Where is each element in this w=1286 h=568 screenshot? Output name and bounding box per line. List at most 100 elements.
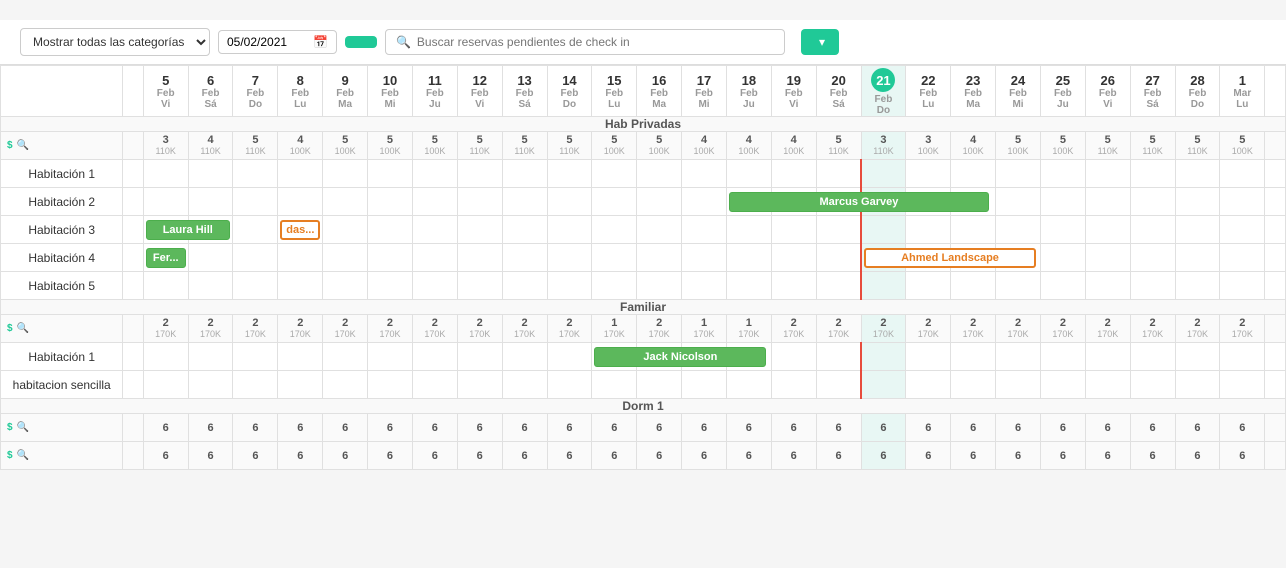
- price-cell: 6: [951, 414, 996, 442]
- room-day-cell: [1085, 244, 1130, 272]
- price-cell: 6: [771, 414, 816, 442]
- category-select[interactable]: Mostrar todas las categorías: [20, 28, 210, 56]
- room-day-cell: [323, 188, 368, 216]
- room-day-cell: [637, 160, 682, 188]
- booking-bar[interactable]: Jack Nicolson: [594, 347, 766, 367]
- room-day-cell: [726, 371, 771, 399]
- room-day-cell: [996, 343, 1041, 371]
- room-day-cell: [1040, 188, 1085, 216]
- nav-right[interactable]: [1265, 66, 1286, 117]
- room-day-cell: [502, 371, 547, 399]
- calendar-icon[interactable]: 📅: [313, 35, 328, 49]
- room-day-cell: [861, 272, 906, 300]
- room-day-cell: [457, 371, 502, 399]
- room-day-cell: [1130, 188, 1175, 216]
- room-nav-right: [1265, 272, 1286, 300]
- room-nav-left: [123, 272, 143, 300]
- room-day-cell: [1040, 244, 1085, 272]
- price-cell: 6: [906, 442, 951, 470]
- date-input[interactable]: [227, 35, 307, 49]
- room-day-cell: [278, 160, 323, 188]
- price-cell: 6: [143, 442, 188, 470]
- search-price-icon[interactable]: 🔍: [17, 450, 29, 461]
- room-day-cell: Marcus Garvey: [726, 188, 771, 216]
- room-day-cell: [816, 160, 861, 188]
- price-cell: 2170K: [188, 315, 233, 343]
- price-nav-left: [123, 132, 143, 160]
- room-day-cell: [368, 272, 413, 300]
- price-nav-left: [123, 315, 143, 343]
- booking-bar[interactable]: Marcus Garvey: [729, 192, 989, 212]
- vista-normal-button[interactable]: ▾: [801, 29, 839, 55]
- room-day-cell: [816, 244, 861, 272]
- price-cell: 6: [1130, 414, 1175, 442]
- search-input[interactable]: [417, 35, 774, 49]
- day-header-21Feb: 21 Feb Do: [861, 66, 906, 117]
- search-icon: 🔍: [396, 35, 411, 49]
- room-day-cell: [726, 216, 771, 244]
- room-nav-left: [123, 244, 143, 272]
- day-header-9Feb: 9 Feb Ma: [323, 66, 368, 117]
- price-nav-left: [123, 414, 143, 442]
- price-nav-right: [1265, 132, 1286, 160]
- price-icons-cell: $🔍: [1, 315, 123, 343]
- booking-bar[interactable]: Ahmed Landscape: [864, 248, 1036, 268]
- day-header-6Feb: 6 Feb Sá: [188, 66, 233, 117]
- price-row: $🔍6666666666666666666666666: [1, 414, 1286, 442]
- price-nav-right: [1265, 414, 1286, 442]
- price-cell: 2170K: [1085, 315, 1130, 343]
- room-day-cell: [412, 371, 457, 399]
- room-row: Habitación 1Jack Nicolson: [1, 343, 1286, 371]
- price-cell: 6: [861, 442, 906, 470]
- price-cell: 2170K: [816, 315, 861, 343]
- day-header-26Feb: 26 Feb Vi: [1085, 66, 1130, 117]
- price-cell: 2170K: [412, 315, 457, 343]
- search-price-icon[interactable]: 🔍: [17, 422, 29, 433]
- room-day-cell: [547, 188, 592, 216]
- price-cell: 5110K: [816, 132, 861, 160]
- room-day-cell: [188, 343, 233, 371]
- room-name: habitacion sencilla: [1, 371, 123, 399]
- room-day-cell: [1040, 343, 1085, 371]
- day-header-7Feb: 7 Feb Do: [233, 66, 278, 117]
- price-cell: 6: [1085, 414, 1130, 442]
- search-price-icon[interactable]: 🔍: [17, 140, 29, 151]
- price-cell: 6: [412, 442, 457, 470]
- room-day-cell: [1085, 188, 1130, 216]
- price-cell: 6: [278, 442, 323, 470]
- booking-bar[interactable]: Fer...: [146, 248, 186, 268]
- price-cell: 6: [233, 442, 278, 470]
- price-cell: 6: [1085, 442, 1130, 470]
- room-day-cell: [996, 216, 1041, 244]
- booking-bar[interactable]: Laura Hill: [146, 220, 230, 240]
- day-header-12Feb: 12 Feb Vi: [457, 66, 502, 117]
- price-cell: 5100K: [412, 132, 457, 160]
- room-row: habitacion sencilla: [1, 371, 1286, 399]
- search-price-icon[interactable]: 🔍: [17, 323, 29, 334]
- price-cell: 4100K: [951, 132, 996, 160]
- price-cell: 2170K: [1040, 315, 1085, 343]
- room-day-cell: [951, 371, 996, 399]
- room-nav-left: [123, 216, 143, 244]
- room-day-cell: [906, 160, 951, 188]
- room-day-cell: [233, 160, 278, 188]
- day-header-5Feb: 5 Feb Vi: [143, 66, 188, 117]
- room-day-cell: [412, 160, 457, 188]
- nav-left[interactable]: [123, 66, 143, 117]
- day-header-10Feb: 10 Feb Mi: [368, 66, 413, 117]
- price-cell: 6: [592, 442, 637, 470]
- day-header-8Feb: 8 Feb Lu: [278, 66, 323, 117]
- room-day-cell: [996, 160, 1041, 188]
- room-day-cell: [1220, 371, 1265, 399]
- price-cell: 2170K: [233, 315, 278, 343]
- room-day-cell: [143, 371, 188, 399]
- room-day-cell: [951, 343, 996, 371]
- booking-bar[interactable]: das...: [280, 220, 320, 240]
- price-cell: 5110K: [1130, 132, 1175, 160]
- price-cell: 3110K: [861, 132, 906, 160]
- hoy-button[interactable]: [345, 36, 377, 48]
- room-day-cell: Ahmed Landscape: [861, 244, 906, 272]
- room-day-cell: [368, 160, 413, 188]
- price-cell: 6: [188, 414, 233, 442]
- room-day-cell: [1130, 244, 1175, 272]
